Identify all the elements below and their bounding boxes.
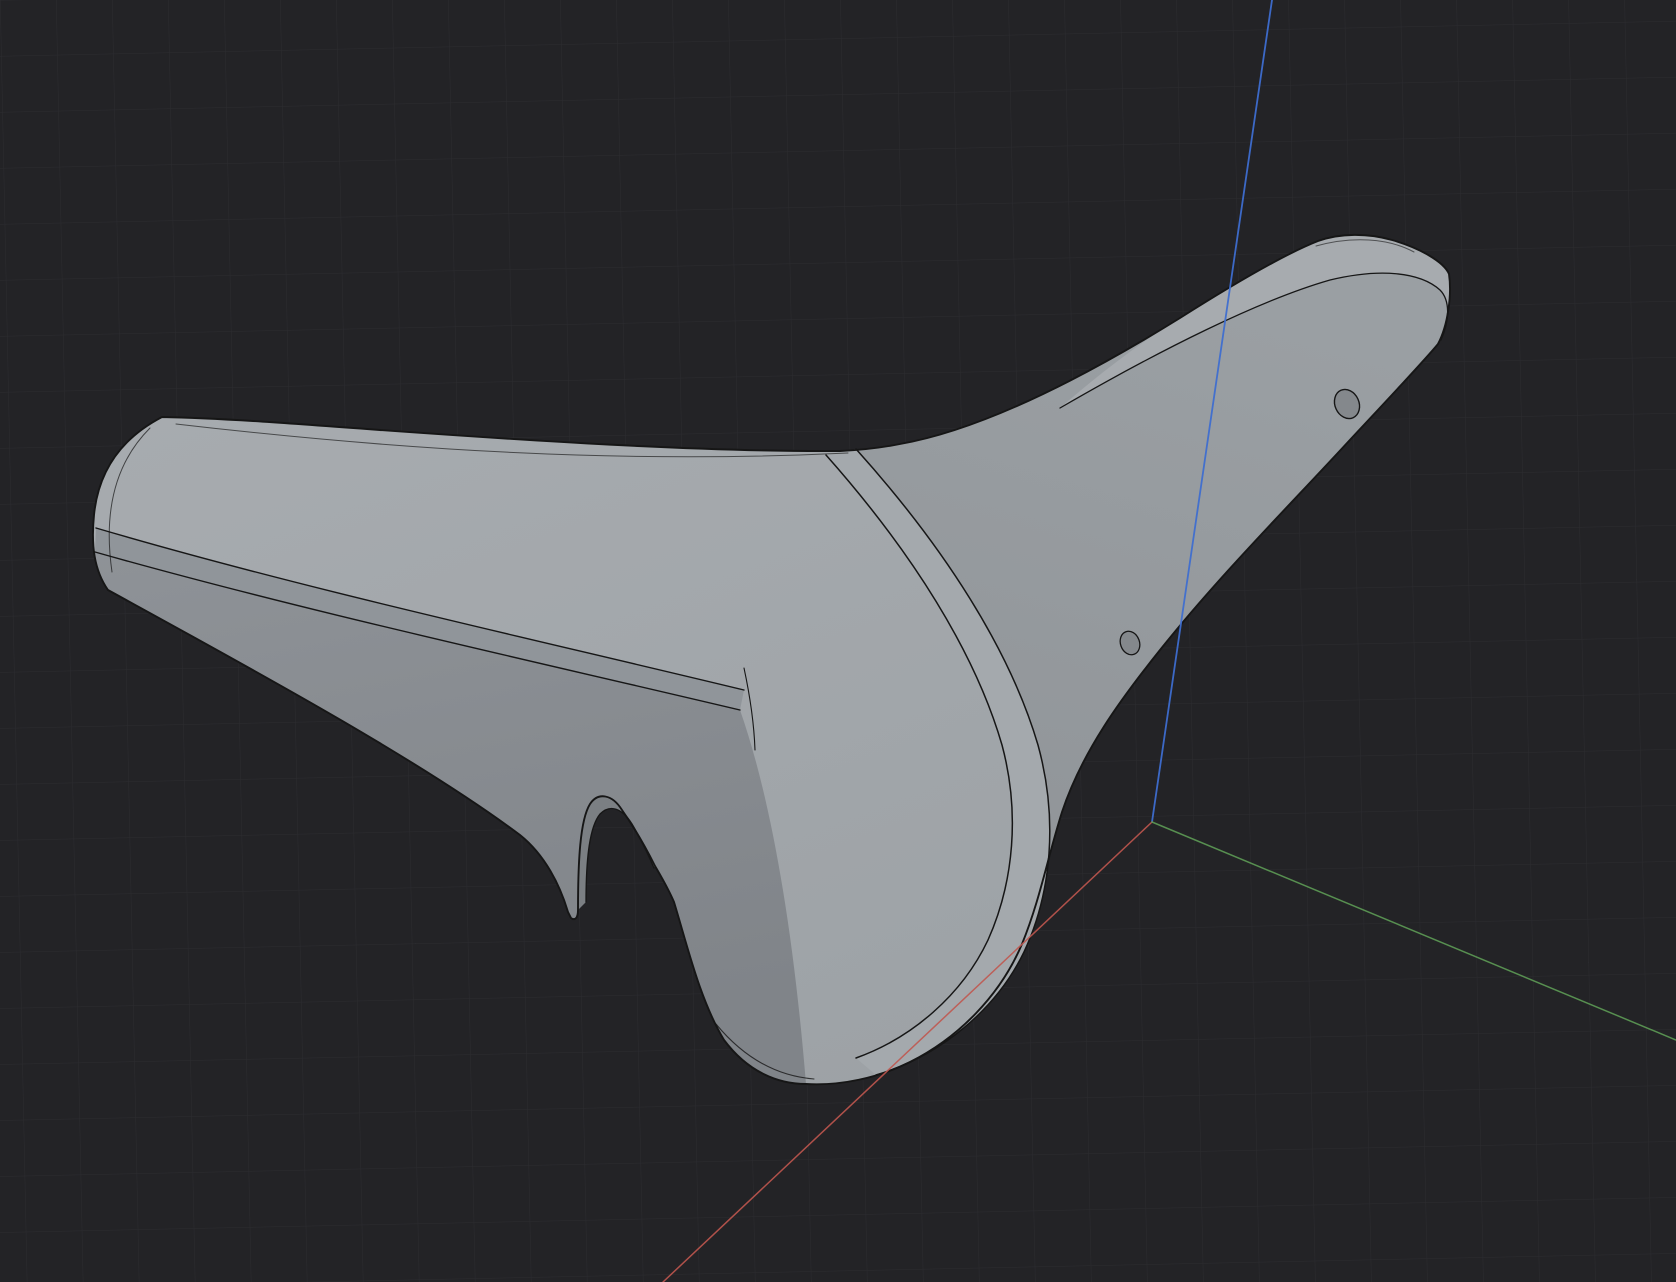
viewport[interactable] <box>0 0 1676 1282</box>
scene-canvas <box>0 0 1676 1282</box>
